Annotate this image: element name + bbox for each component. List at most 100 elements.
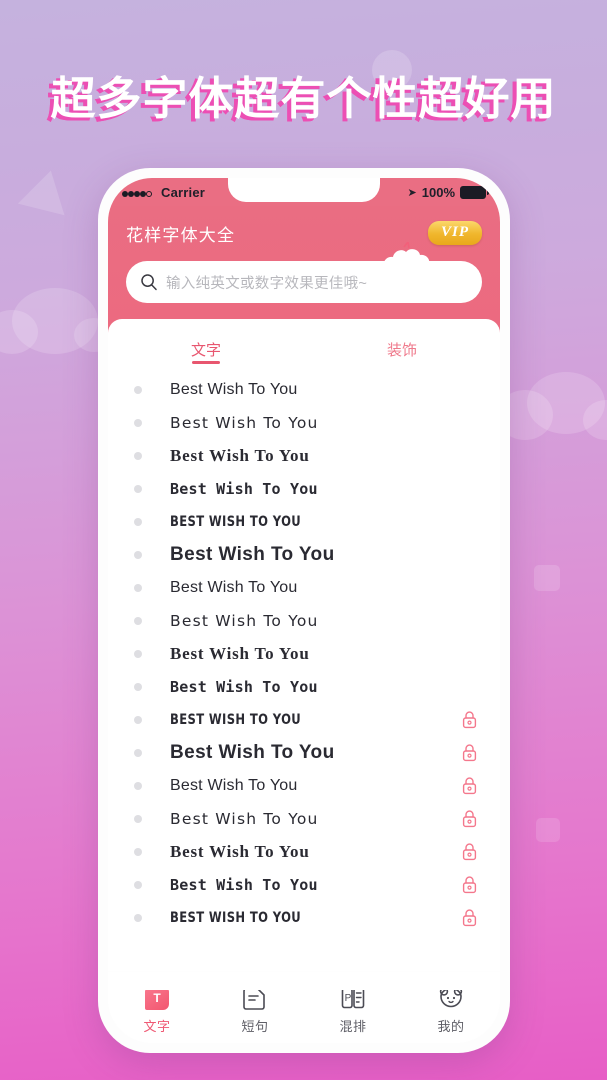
font-list-row[interactable]: BEST WISH TO YOU	[108, 901, 500, 934]
font-list-row[interactable]: Best Wish To You	[108, 637, 500, 670]
lock-icon[interactable]	[461, 776, 478, 795]
nav-item-label: 混排	[339, 1018, 367, 1034]
font-list-row[interactable]: Best Wish To You	[108, 538, 500, 571]
font-sample-text: Best Wish To You	[170, 445, 310, 465]
bullet-dot-icon	[134, 616, 142, 625]
bullet-dot-icon	[134, 484, 142, 493]
bullet-dot-icon	[134, 847, 142, 856]
bullet-dot-icon	[134, 814, 142, 823]
bullet-dot-icon	[134, 583, 142, 592]
status-bar-left: Carrier	[122, 185, 205, 200]
font-sample-text: Best Wish To You	[170, 543, 335, 565]
bullet-dot-icon	[134, 517, 142, 526]
nav-item-我的[interactable]: 我的	[402, 985, 500, 1035]
bullet-dot-icon	[134, 781, 142, 790]
app-header: 花样字体大全 VIP 输入纯英文或数字效果更佳哦~	[108, 206, 500, 333]
carrier-label: Carrier	[161, 184, 206, 200]
phone-screen: Carrier ➤ 100% 花样字体大全 VIP 输入纯英文或数字效果更佳哦~…	[108, 178, 500, 1043]
short-phrase-icon	[242, 985, 268, 1011]
location-arrow-icon: ➤	[407, 186, 417, 199]
font-list[interactable]: Best Wish To You Best Wish To You Best Wis…	[108, 373, 500, 990]
font-list-row[interactable]: Best Wish To You	[108, 670, 500, 703]
bullet-dot-icon	[134, 649, 142, 658]
font-list-row[interactable]: BEST WISH TO YOU	[108, 703, 500, 736]
bullet-dot-icon	[134, 748, 142, 757]
font-sample-text: Best Wish To You	[170, 776, 298, 794]
font-sample-text: Best Wish To You	[170, 611, 319, 630]
font-list-row[interactable]: Best Wish To You	[108, 802, 500, 835]
search-input-placeholder[interactable]: 输入纯英文或数字效果更佳哦~	[166, 272, 367, 293]
bullet-dot-icon	[134, 715, 142, 724]
signal-dots-icon	[122, 185, 152, 200]
font-list-row[interactable]: Best Wish To You	[108, 571, 500, 604]
tab-wenzi-label: 文字	[190, 341, 221, 359]
font-sample-text: BEST WISH TO YOU	[170, 513, 302, 530]
status-bar-right: ➤ 100%	[407, 184, 489, 200]
font-sample-text: BEST WISH TO YOU	[170, 711, 302, 728]
bullet-dot-icon	[134, 880, 142, 889]
app-store-screenshot: 超多字体超有个性超好用 Carrier ➤ 100% 花样字体大全 VIP 输入…	[0, 0, 607, 1080]
bullet-dot-icon	[134, 418, 142, 427]
font-list-row[interactable]: Best Wish To You	[108, 373, 500, 406]
font-list-row[interactable]: Best Wish To You	[108, 769, 500, 802]
decorative-square-2	[536, 818, 560, 842]
bullet-dot-icon	[134, 550, 142, 559]
decorative-square-1	[534, 565, 560, 591]
decorative-triangle	[17, 164, 75, 216]
bullet-dot-icon	[134, 682, 142, 691]
mixed-layout-icon: P	[340, 985, 366, 1011]
font-list-row[interactable]: Best Wish To You	[108, 439, 500, 472]
font-list-row[interactable]: Best Wish To You	[108, 868, 500, 901]
bottom-navigation: T 文字 短句 P 混排 我的	[108, 971, 500, 1043]
tab-zhuangshi[interactable]: 装饰	[304, 333, 500, 360]
bullet-dot-icon	[134, 385, 142, 394]
font-sample-text: Best Wish To You	[170, 741, 335, 763]
nav-item-label: 文字	[143, 1018, 171, 1034]
font-sample-text: Best Wish To You	[170, 380, 298, 398]
status-bar: Carrier ➤ 100%	[108, 178, 500, 206]
content-tabs: 文字 装饰	[108, 319, 500, 373]
font-list-row[interactable]: Best Wish To You	[108, 736, 500, 769]
screen-notch	[228, 178, 380, 202]
font-list-row[interactable]: BEST WISH TO YOU	[108, 505, 500, 538]
bear-profile-icon	[438, 985, 464, 1011]
nav-item-label: 我的	[437, 1018, 465, 1034]
lock-icon[interactable]	[461, 809, 478, 828]
text-t-icon: T	[144, 985, 170, 1011]
search-icon	[140, 273, 158, 291]
vip-badge[interactable]: VIP	[427, 221, 482, 245]
font-sample-text: Best Wish To You	[170, 841, 310, 861]
font-list-row[interactable]: Best Wish To You	[108, 406, 500, 439]
decorative-cloud-right	[497, 372, 607, 440]
battery-percent-label: 100%	[421, 184, 455, 200]
battery-full-icon	[460, 185, 489, 199]
nav-item-混排[interactable]: P 混排	[304, 985, 402, 1035]
font-sample-text: Best Wish To You	[170, 875, 318, 894]
tab-active-underline	[192, 360, 220, 364]
bullet-dot-icon	[134, 451, 142, 460]
tab-wenzi[interactable]: 文字	[108, 333, 304, 364]
font-sample-text: Best Wish To You	[170, 643, 310, 663]
phone-mockup: Carrier ➤ 100% 花样字体大全 VIP 输入纯英文或数字效果更佳哦~…	[98, 168, 510, 1053]
font-sample-text: Best Wish To You	[170, 479, 318, 498]
font-sample-text: Best Wish To You	[170, 578, 298, 596]
lock-icon[interactable]	[461, 908, 478, 927]
font-sample-text: BEST WISH TO YOU	[170, 909, 302, 926]
lock-icon[interactable]	[461, 842, 478, 861]
svg-text:P: P	[345, 993, 352, 1004]
font-list-row[interactable]: Best Wish To You	[108, 604, 500, 637]
nav-item-文字[interactable]: T 文字	[108, 985, 206, 1035]
lock-icon[interactable]	[461, 875, 478, 894]
app-header-row: 花样字体大全 VIP	[126, 214, 482, 289]
tab-zhuangshi-label: 装饰	[386, 341, 417, 359]
font-sample-text: Best Wish To You	[170, 413, 319, 432]
nav-item-label: 短句	[241, 1018, 269, 1034]
nav-item-短句[interactable]: 短句	[206, 985, 304, 1035]
bullet-dot-icon	[134, 913, 142, 922]
lock-icon[interactable]	[461, 743, 478, 762]
promo-headline: 超多字体超有个性超好用	[50, 73, 557, 124]
lock-icon[interactable]	[461, 710, 478, 729]
search-bar[interactable]: 输入纯英文或数字效果更佳哦~	[126, 261, 482, 303]
font-list-row[interactable]: Best Wish To You	[108, 472, 500, 505]
font-list-row[interactable]: Best Wish To You	[108, 835, 500, 868]
